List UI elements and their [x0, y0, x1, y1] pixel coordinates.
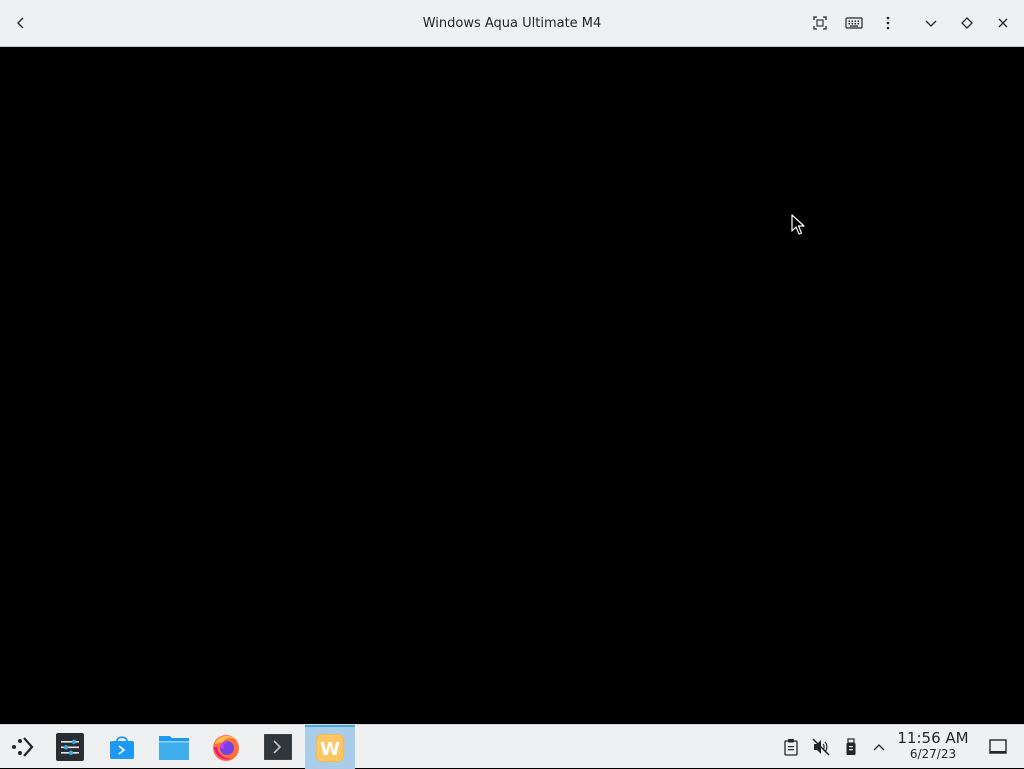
back-button[interactable]: [6, 8, 36, 38]
chevron-left-icon: [17, 17, 24, 29]
chevron-down-icon: [925, 20, 937, 27]
settings-icon: [56, 733, 84, 761]
app-launcher-icon: [12, 737, 34, 757]
chevron-up-icon: [873, 744, 885, 751]
window-titlebar[interactable]: Windows Aqua Ultimate M4: [0, 0, 1024, 47]
tray-storage[interactable]: [840, 736, 862, 758]
usb-drive-icon: [846, 738, 856, 755]
app-viewport[interactable]: [0, 47, 1024, 724]
menu-button[interactable]: [873, 8, 903, 38]
maximize-button[interactable]: [952, 8, 982, 38]
clock-time: 11:56 AM: [897, 729, 969, 747]
clipboard-icon: [784, 739, 798, 756]
mouse-cursor-icon: [791, 214, 805, 235]
tray-volume[interactable]: [810, 736, 832, 758]
show-desktop-button[interactable]: [987, 736, 1009, 758]
svg-text:W: W: [320, 739, 340, 760]
w-app-icon: W: [316, 734, 344, 762]
firefox-icon: [213, 735, 239, 761]
keyboard-button[interactable]: [839, 8, 869, 38]
taskbar-app-files[interactable]: [149, 725, 199, 769]
keyboard-icon: [845, 17, 863, 29]
close-icon: [998, 18, 1008, 28]
tray-clipboard[interactable]: [780, 736, 802, 758]
taskbar-app-settings[interactable]: [45, 725, 95, 769]
close-button[interactable]: [988, 8, 1018, 38]
fullscreen-button[interactable]: [805, 8, 835, 38]
tray-expand-button[interactable]: [868, 736, 890, 758]
app-launcher-button[interactable]: [0, 725, 44, 769]
folder-icon: [159, 736, 189, 760]
taskbar-app-firefox[interactable]: [201, 725, 251, 769]
digital-clock[interactable]: 11:56 AM 6/27/23: [893, 729, 973, 762]
diamond-icon: [961, 17, 973, 29]
volume-muted-icon: [812, 738, 830, 756]
minimize-button[interactable]: [916, 8, 946, 38]
taskbar-app-terminal[interactable]: [253, 725, 303, 769]
kebab-menu-icon: [886, 16, 890, 30]
terminal-icon: [264, 734, 292, 760]
clock-date: 6/27/23: [909, 747, 957, 761]
show-desktop-icon: [989, 739, 1007, 754]
store-icon: [110, 736, 134, 759]
taskbar-app-winlator[interactable]: W: [305, 725, 355, 769]
window-title: Windows Aqua Ultimate M4: [422, 16, 602, 31]
taskbar: W 11:56 AM 6/27/23: [0, 724, 1024, 769]
fullscreen-icon: [813, 16, 827, 30]
taskbar-app-store[interactable]: [97, 725, 147, 769]
